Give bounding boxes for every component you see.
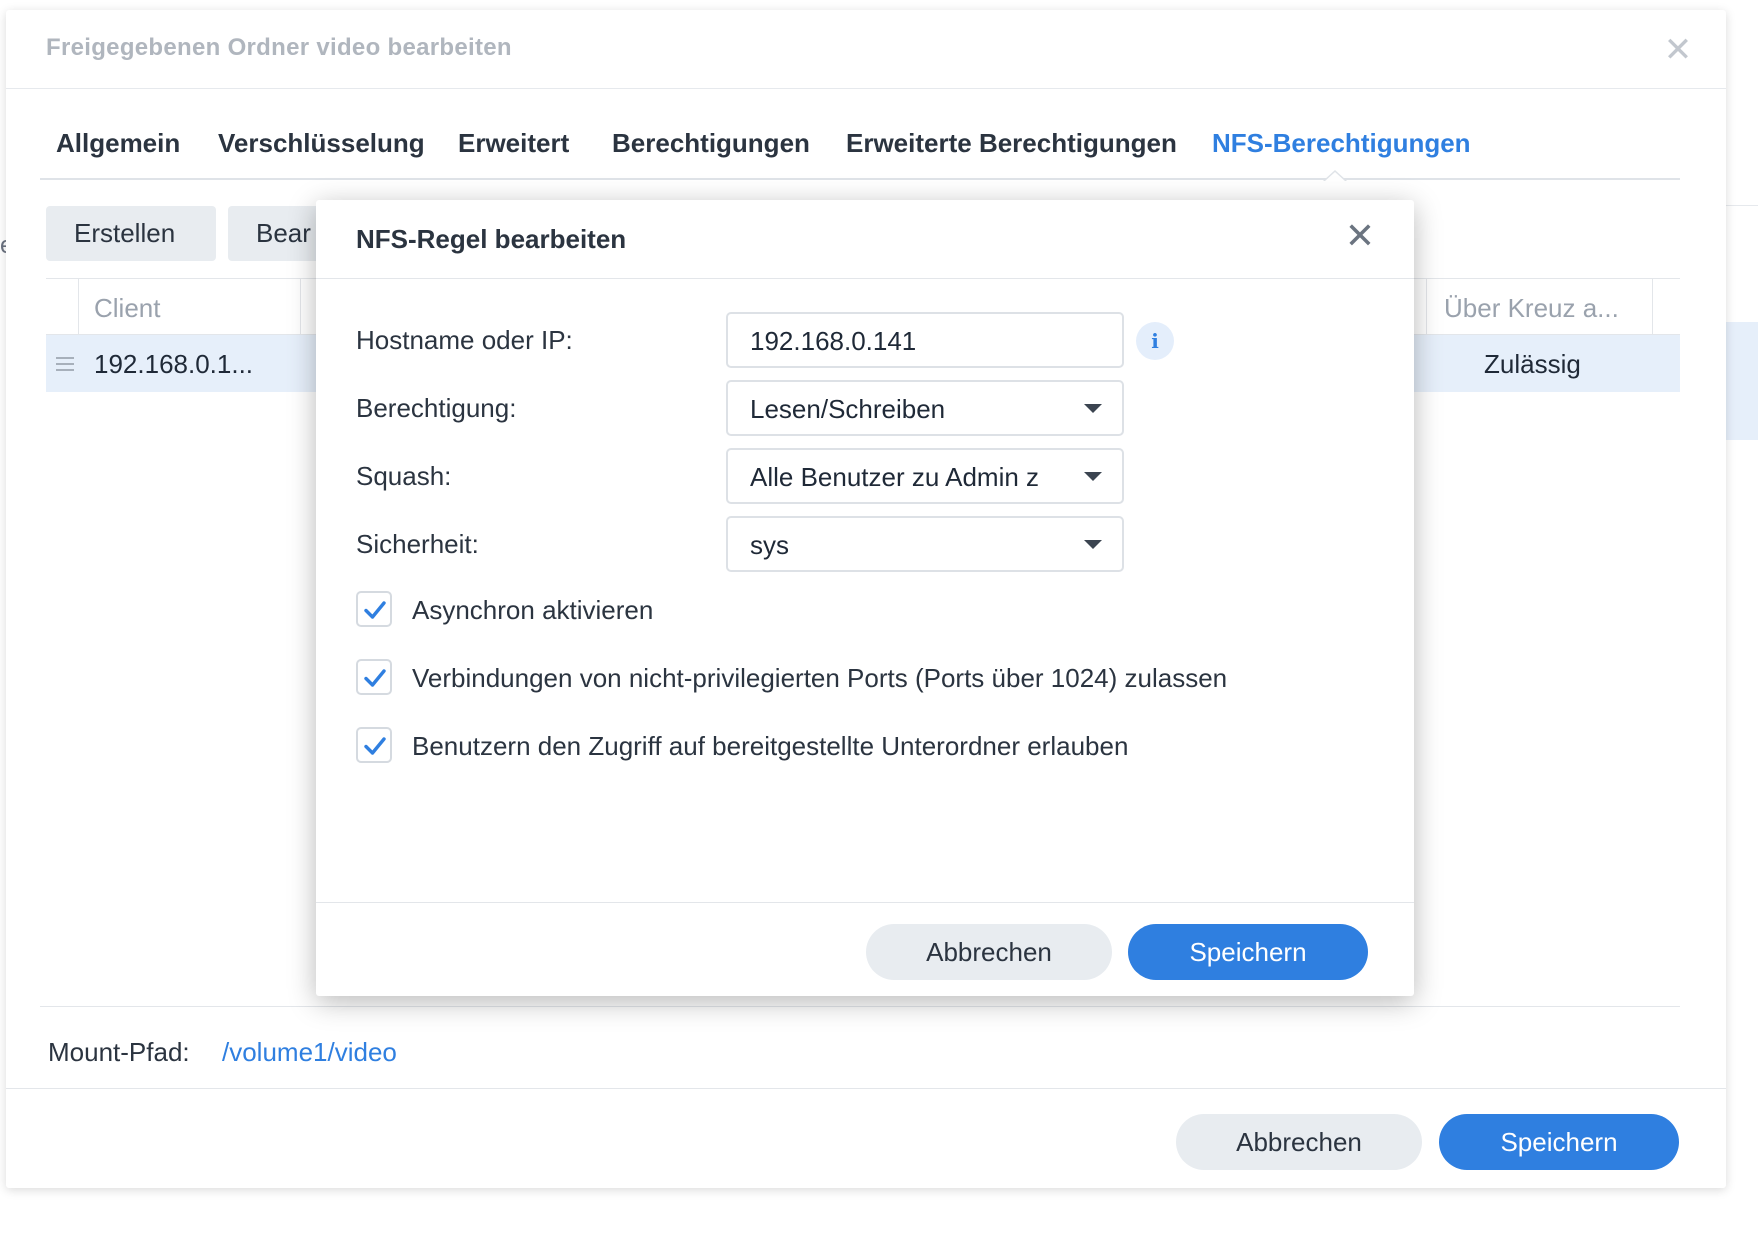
column-header-client[interactable]: Client [94, 293, 160, 324]
modal-close-icon[interactable]: ✕ [1342, 218, 1378, 254]
nonpriv-ports-checkbox[interactable] [356, 659, 392, 695]
squash-dropdown[interactable]: Alle Benutzer zu Admin z [726, 448, 1124, 504]
column-separator [1426, 279, 1427, 335]
tab-erweiterte-berechtigungen[interactable]: Erweiterte Berechtigungen [846, 128, 1177, 159]
chevron-down-icon [1084, 472, 1102, 481]
tab-berechtigungen[interactable]: Berechtigungen [612, 128, 810, 159]
tab-verschluesselung[interactable]: Verschlüsselung [218, 128, 425, 159]
nonpriv-ports-label: Verbindungen von nicht-privilegierten Po… [412, 663, 1228, 693]
security-dropdown[interactable]: sys [726, 516, 1124, 572]
outer-cancel-button[interactable]: Abbrechen [1176, 1114, 1422, 1170]
chevron-down-icon [1084, 404, 1102, 413]
check-icon [364, 669, 386, 687]
divider [40, 1006, 1680, 1007]
cell-client: 192.168.0.1... [94, 349, 254, 379]
column-separator [1652, 279, 1653, 335]
divider [6, 88, 1726, 89]
tab-nfs-berechtigungen[interactable]: NFS-Berechtigungen [1212, 128, 1471, 159]
tab-bar: Allgemein Verschlüsselung Erweitert Bere… [40, 110, 1680, 181]
permission-dropdown[interactable]: Lesen/Schreiben [726, 380, 1124, 436]
modal-cancel-button[interactable]: Abbrechen [866, 924, 1112, 980]
active-tab-indicator [1323, 170, 1347, 181]
subfolder-access-label: Benutzern den Zugriff auf bereitgestellt… [412, 731, 1129, 761]
mount-path-label: Mount-Pfad: [48, 1037, 190, 1067]
permission-value: Lesen/Schreiben [750, 394, 946, 424]
async-label: Asynchron aktivieren [412, 595, 654, 625]
subfolder-access-checkbox[interactable] [356, 727, 392, 763]
check-icon [364, 737, 386, 755]
chevron-down-icon [1084, 540, 1102, 549]
tab-allgemein[interactable]: Allgemein [56, 128, 180, 159]
background-selected-row-extension [1726, 322, 1758, 440]
hostname-label: Hostname oder IP: [356, 325, 573, 355]
mount-path-link[interactable]: /volume1/video [222, 1037, 397, 1068]
nfs-rule-dialog: NFS-Regel bearbeiten ✕ Hostname oder IP:… [316, 200, 1414, 996]
hostname-value: 192.168.0.141 [750, 326, 917, 356]
divider [316, 278, 1414, 279]
tab-erweitert[interactable]: Erweitert [458, 128, 569, 159]
info-icon[interactable]: i [1136, 322, 1174, 360]
check-icon [364, 601, 386, 619]
permission-label: Berechtigung: [356, 393, 517, 423]
outer-dialog-title: Freigegebenen Ordner video bearbeiten [46, 34, 512, 61]
security-value: sys [750, 530, 789, 560]
hostname-input[interactable]: 192.168.0.141 [726, 312, 1124, 368]
create-button[interactable]: Erstellen [46, 206, 216, 261]
divider [316, 902, 1414, 903]
async-checkbox[interactable] [356, 591, 392, 627]
column-separator [78, 279, 79, 335]
security-label: Sicherheit: [356, 529, 479, 559]
squash-value: Alle Benutzer zu Admin z [750, 462, 1040, 492]
modal-title: NFS-Regel bearbeiten [356, 224, 627, 254]
outer-save-button[interactable]: Speichern [1439, 1114, 1679, 1170]
column-separator [300, 279, 301, 335]
drag-handle-icon[interactable] [56, 357, 74, 371]
column-header-cross-mount[interactable]: Über Kreuz a... [1444, 293, 1619, 324]
cell-cross-mount: Zulässig [1484, 349, 1581, 379]
squash-label: Squash: [356, 461, 452, 491]
modal-save-button[interactable]: Speichern [1128, 924, 1368, 980]
outer-close-icon[interactable]: ✕ [1660, 32, 1696, 68]
divider [6, 1088, 1726, 1089]
